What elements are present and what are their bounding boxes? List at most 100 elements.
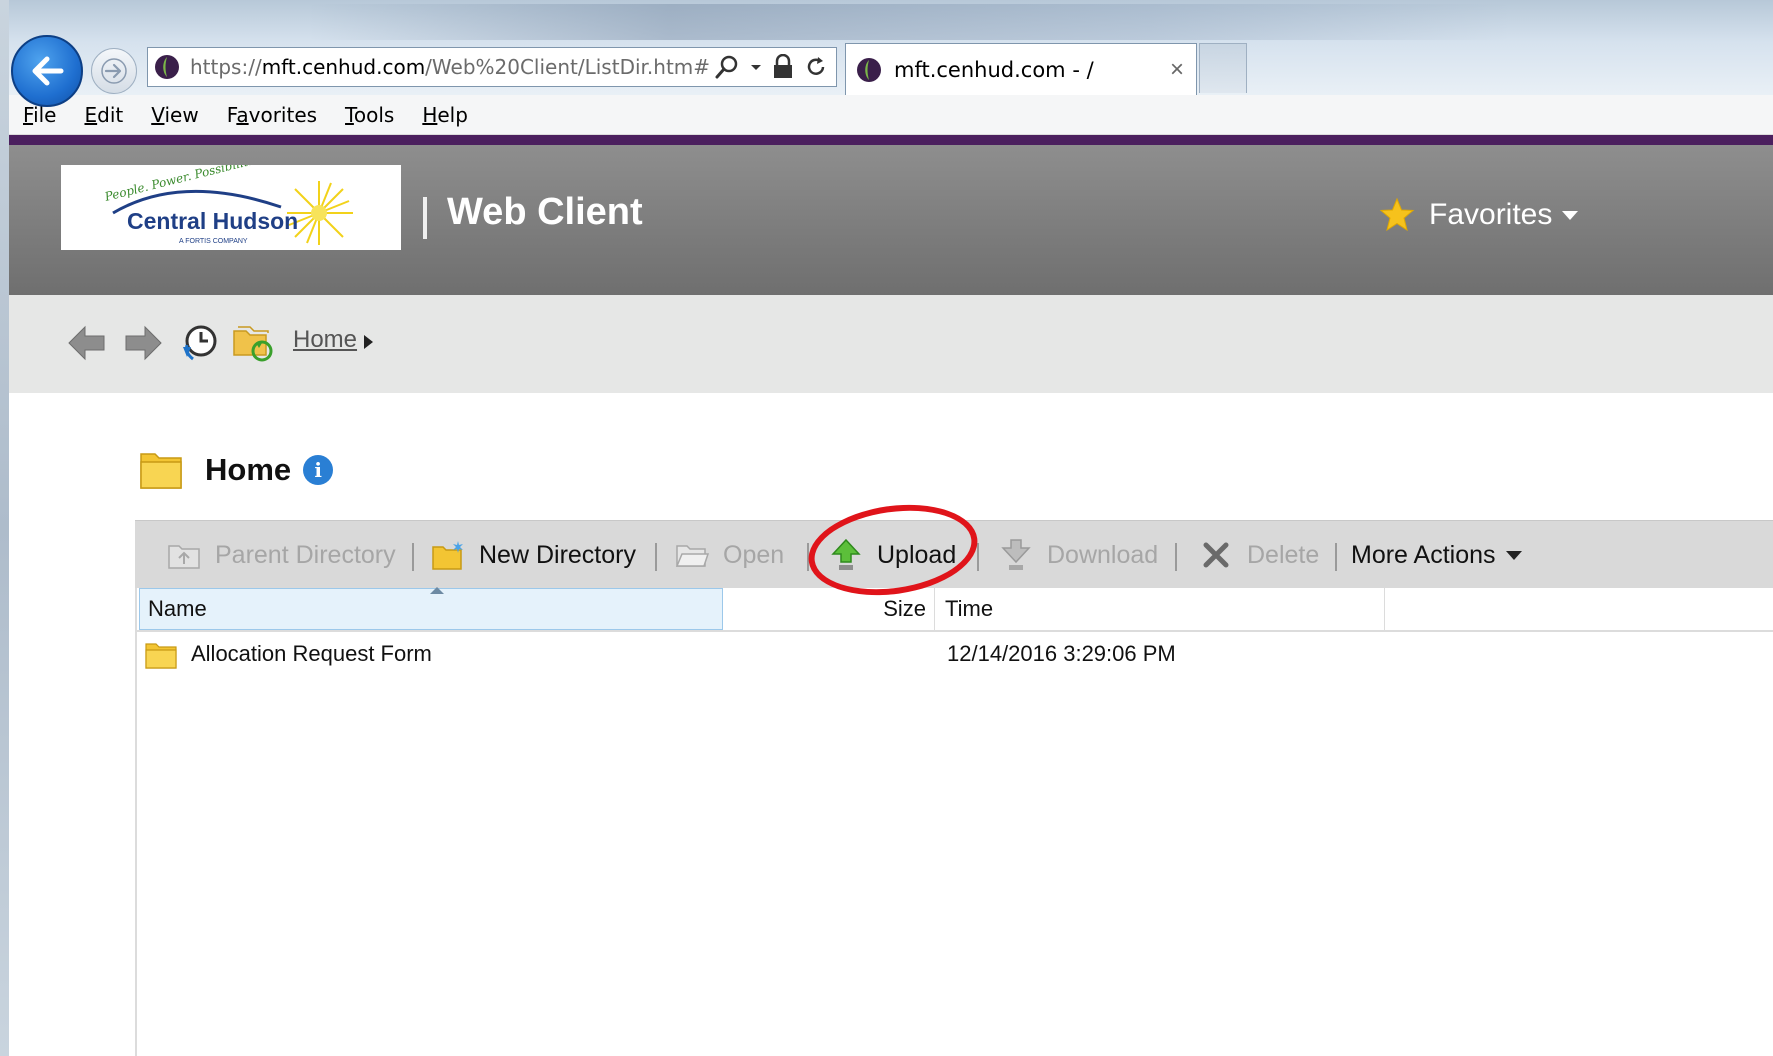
favorites-label: Favorites (1429, 198, 1553, 231)
desktop-edge (0, 0, 9, 1056)
navigation-bar: Home (9, 295, 1773, 393)
chevron-down-icon[interactable] (750, 54, 762, 80)
file-list-table: Name Size Time Allocation Request Form 1… (135, 587, 1773, 1056)
menu-favorites-pre: F (226, 102, 237, 127)
url-text[interactable]: https://mft.cenhud.com/Web%20Client/List… (190, 55, 710, 79)
folder-icon (140, 453, 182, 489)
column-header-name[interactable]: Name (139, 587, 723, 630)
column-header-name-label: Name (148, 596, 207, 621)
new-directory-button[interactable]: New Directory (431, 521, 636, 589)
refresh-icon[interactable] (804, 54, 828, 80)
menu-tools[interactable]: Tools (345, 103, 394, 127)
parent-directory-label: Parent Directory (215, 540, 396, 569)
column-header-size-label: Size (883, 596, 926, 621)
menu-tools-label: ools (353, 102, 395, 127)
address-bar[interactable]: https://mft.cenhud.com/Web%20Client/List… (147, 47, 837, 87)
download-arrow-icon (999, 538, 1033, 572)
app-title: Web Client (447, 191, 643, 233)
menu-favorites[interactable]: Favorites (227, 103, 317, 127)
new-directory-label: New Directory (479, 540, 636, 569)
chevron-down-icon (1505, 550, 1522, 560)
new-tab-button[interactable] (1199, 43, 1247, 93)
arrow-left-icon (68, 325, 105, 361)
menu-edit-label: dit (97, 102, 124, 127)
history-clock-icon (183, 325, 217, 361)
breadcrumb-home[interactable]: Home (293, 326, 357, 354)
delete-button[interactable]: Delete (1199, 521, 1319, 589)
open-folder-icon (675, 538, 709, 572)
address-tools (714, 54, 828, 80)
star-icon (1379, 197, 1415, 232)
url-prefix: https:// (190, 55, 262, 79)
history-button[interactable] (177, 321, 221, 365)
folder-refresh-icon (233, 326, 273, 362)
toolbar-divider (1335, 543, 1337, 571)
chevron-down-icon (1562, 210, 1579, 220)
row-time: 12/14/2016 3:29:06 PM (947, 641, 1176, 666)
header-divider (423, 197, 427, 239)
toolbar-divider (655, 543, 657, 571)
close-icon[interactable]: × (1170, 56, 1184, 84)
tab-title: mft.cenhud.com - / (894, 57, 1094, 82)
folder-icon (145, 643, 177, 669)
menu-help-label: elp (437, 102, 468, 127)
menu-favorites-accel: a (236, 102, 249, 127)
parent-folder-icon (167, 538, 201, 572)
table-row[interactable]: Allocation Request Form 12/14/2016 3:29:… (137, 632, 1773, 676)
title-bar (309, 4, 1509, 40)
refresh-folder-button[interactable] (231, 321, 275, 365)
menu-bar: File Edit View Favorites Tools Help (9, 95, 1773, 135)
more-actions-label: More Actions (1351, 540, 1496, 569)
central-hudson-logo[interactable]: People. Power. Possibilities. Central Hu… (61, 150, 401, 250)
menu-file-accel: F (23, 102, 34, 127)
menu-edit[interactable]: Edit (84, 103, 123, 127)
delete-x-icon (1199, 538, 1233, 572)
folder-header: Home i (139, 450, 334, 490)
site-icon (857, 57, 881, 82)
column-header-size[interactable]: Size (725, 588, 935, 630)
info-icon[interactable]: i (303, 455, 334, 485)
open-button[interactable]: Open (675, 521, 784, 589)
page-title: Home (205, 452, 292, 487)
parent-directory-button[interactable]: Parent Directory (167, 521, 396, 589)
menu-help-accel: H (422, 102, 438, 127)
delete-label: Delete (1247, 540, 1320, 569)
download-button[interactable]: Download (999, 521, 1158, 589)
table-header: Name Size Time (137, 587, 1773, 632)
more-actions-menu[interactable]: More Actions (1351, 521, 1522, 589)
nav-forward-button[interactable] (121, 321, 165, 365)
browser-window: https://mft.cenhud.com/Web%20Client/List… (9, 0, 1773, 1056)
menu-tools-accel: T (345, 102, 354, 127)
toolbar-divider (977, 543, 979, 571)
forward-button[interactable] (91, 48, 137, 94)
site-icon (155, 55, 179, 79)
menu-edit-accel: E (84, 102, 98, 127)
logo-name: Central Hudson (127, 208, 298, 234)
nav-back-button[interactable] (65, 321, 109, 365)
lock-icon[interactable] (772, 54, 794, 80)
app-header: People. Power. Possibilities. Central Hu… (9, 145, 1773, 295)
menu-view[interactable]: View (151, 103, 198, 127)
row-name[interactable]: Allocation Request Form (191, 641, 432, 667)
arrow-right-icon (125, 325, 162, 361)
new-folder-icon (431, 538, 465, 572)
header-accent-line (9, 135, 1773, 145)
forward-arrow-icon (101, 58, 127, 84)
menu-help[interactable]: Help (422, 103, 468, 127)
menu-favorites-label: vorites (248, 102, 318, 127)
toolbar-divider (412, 543, 414, 571)
column-header-time[interactable]: Time (937, 588, 1385, 630)
favorites-menu[interactable]: Favorites (1379, 197, 1579, 233)
sort-ascending-icon (430, 587, 444, 594)
search-icon[interactable] (714, 54, 740, 80)
back-button[interactable] (11, 35, 83, 107)
url-path: /Web%20Client/ListDir.htm# (425, 55, 711, 79)
back-arrow-icon (32, 56, 64, 86)
menu-view-accel: V (151, 102, 165, 127)
toolbar-divider (1175, 543, 1177, 571)
browser-tab-active[interactable]: mft.cenhud.com - / × (845, 43, 1197, 95)
logo-subtitle: A FORTIS COMPANY (179, 238, 248, 245)
url-domain: mft.cenhud.com (261, 55, 426, 79)
breadcrumb-arrow-icon[interactable] (364, 335, 373, 349)
logo-graphic: People. Power. Possibilities. Central Hu… (102, 150, 353, 245)
